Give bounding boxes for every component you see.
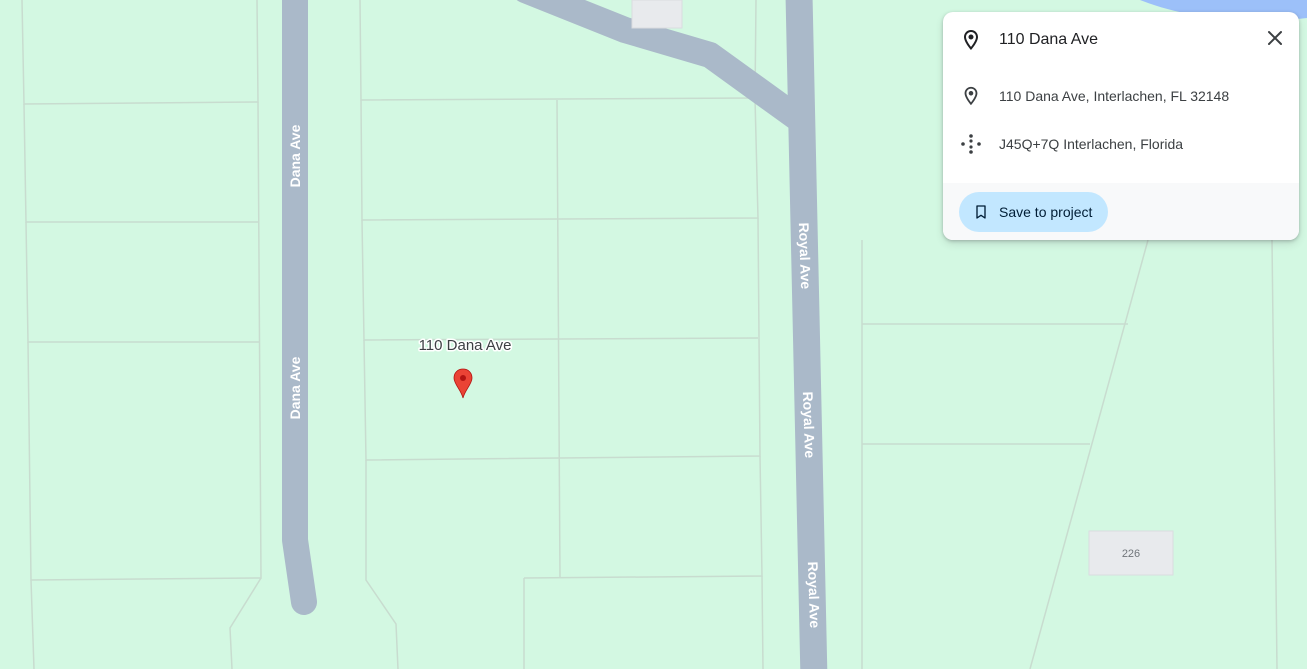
place-info-card: 110 Dana Ave 110 Dana Ave, Interlachen, … [943, 12, 1299, 240]
location-pin-icon [959, 28, 983, 52]
close-button[interactable] [1263, 28, 1287, 52]
dana-ave-road [282, 0, 317, 615]
save-to-project-label: Save to project [999, 204, 1093, 220]
card-header: 110 Dana Ave [943, 28, 1299, 52]
road-label-royal-ave-1: Royal Ave [796, 222, 814, 289]
close-icon [1263, 26, 1287, 55]
building-north [631, 0, 683, 29]
card-title: 110 Dana Ave [999, 31, 1099, 48]
plus-code-icon [959, 132, 983, 156]
road-label-royal-ave-3: Royal Ave [805, 561, 823, 628]
building-number-label: 226 [1122, 548, 1140, 560]
bookmark-icon [973, 204, 989, 220]
location-pin-icon [959, 84, 983, 108]
plus-code-row[interactable]: J45Q+7Q Interlachen, Florida [943, 132, 1299, 156]
plus-code-text: J45Q+7Q Interlachen, Florida [999, 136, 1184, 152]
save-to-project-button[interactable]: Save to project [959, 192, 1109, 232]
road-label-royal-ave-2: Royal Ave [800, 391, 818, 458]
address-text: 110 Dana Ave, Interlachen, FL 32148 [999, 88, 1230, 104]
pin-label[interactable]: 110 Dana Ave [417, 336, 513, 356]
road-label-dana-ave-1: Dana Ave [287, 124, 303, 187]
road-label-dana-ave-2: Dana Ave [287, 356, 303, 419]
address-row[interactable]: 110 Dana Ave, Interlachen, FL 32148 [943, 84, 1299, 108]
